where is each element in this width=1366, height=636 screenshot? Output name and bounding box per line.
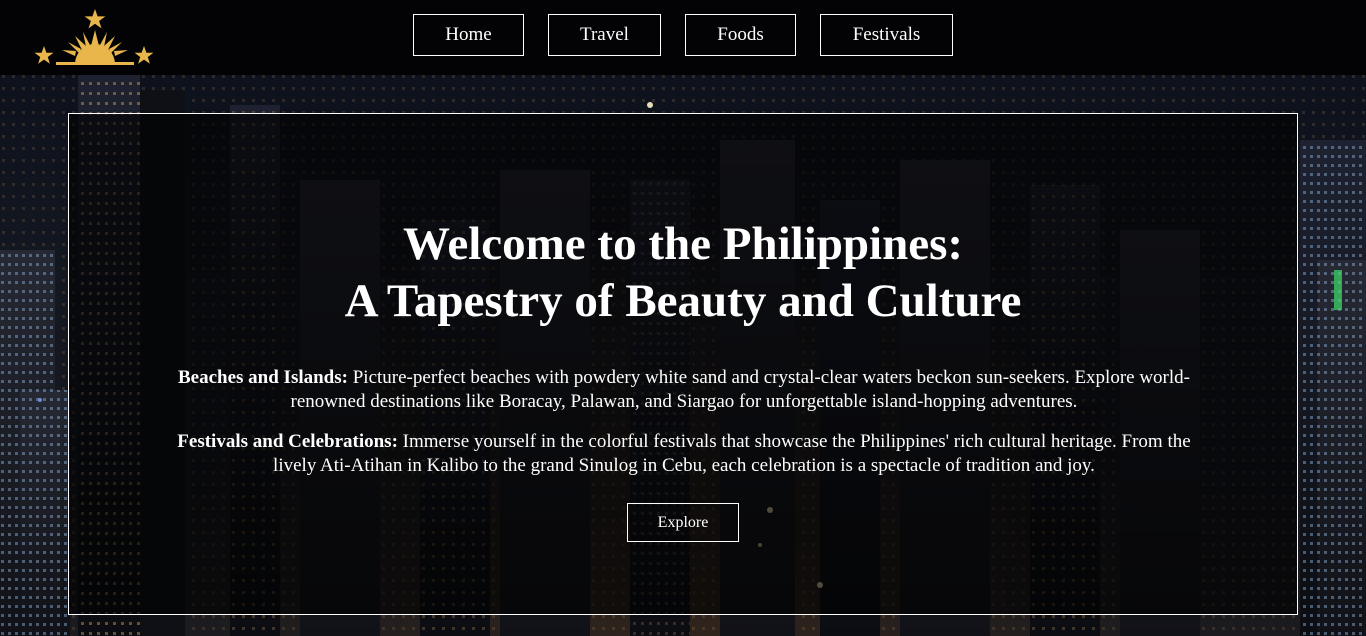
- festivals-paragraph: Festivals and Celebrations: Immerse your…: [159, 430, 1209, 478]
- hero-title-line-1: Welcome to the Philippines:: [402, 218, 964, 270]
- festivals-text: Immerse yourself in the colorful festiva…: [273, 431, 1191, 476]
- sun-stars-logo-icon[interactable]: [30, 6, 160, 68]
- page: Home Travel Foods Festivals Welcome to t…: [0, 0, 1366, 636]
- beaches-text: Picture-perfect beaches with powdery whi…: [290, 367, 1190, 412]
- hero-panel: Welcome to the Philippines: A Tapestry o…: [68, 113, 1298, 615]
- nav-home-link[interactable]: Home: [413, 14, 524, 56]
- explore-button[interactable]: Explore: [627, 503, 739, 542]
- beaches-heading: Beaches and Islands:: [177, 367, 348, 388]
- hero-title-line-2: A Tapestry of Beauty and Culture: [344, 275, 1022, 327]
- site-header: Home Travel Foods Festivals: [0, 0, 1366, 75]
- nav-travel-link[interactable]: Travel: [548, 14, 661, 56]
- hero-title: Welcome to the Philippines: A Tapestry o…: [69, 216, 1297, 330]
- beaches-paragraph: Beaches and Islands: Picture-perfect bea…: [159, 366, 1209, 414]
- nav-festivals-link[interactable]: Festivals: [820, 14, 953, 56]
- nav-foods-link[interactable]: Foods: [685, 14, 796, 56]
- festivals-heading: Festivals and Celebrations:: [177, 431, 398, 452]
